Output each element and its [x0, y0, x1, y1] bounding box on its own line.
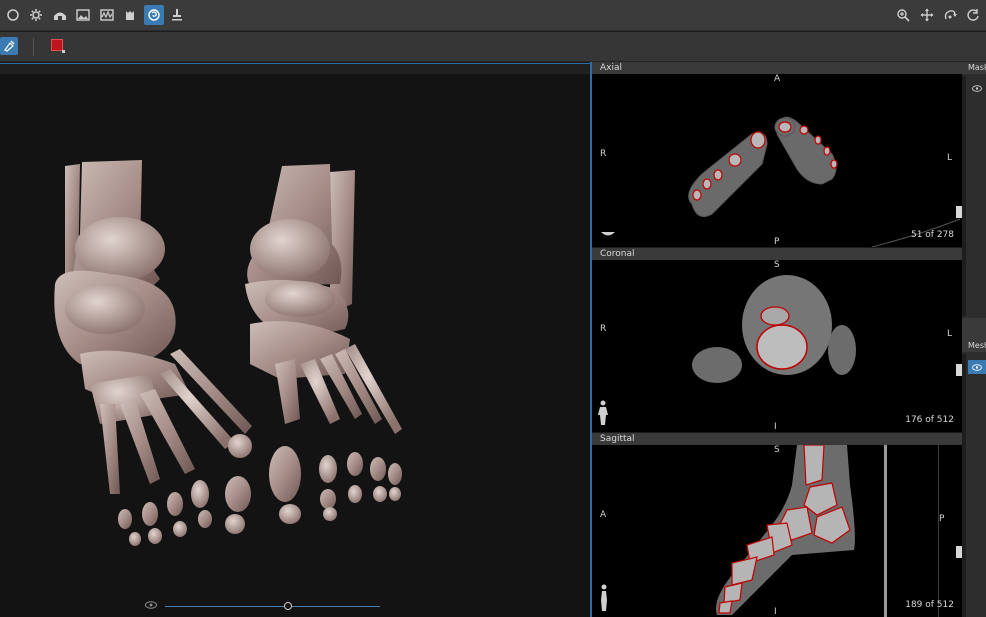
side-panel: Mask Mesh [962, 62, 986, 617]
3d-view-header [0, 64, 590, 74]
circle-icon[interactable] [3, 5, 23, 25]
waveform-icon[interactable] [97, 5, 117, 25]
coronal-slice-image [692, 275, 856, 383]
tool-options-bar [0, 32, 986, 62]
orientation-right: P [939, 514, 945, 524]
sagittal-viewport[interactable]: Sagittal S I A P 189 of 512 [592, 433, 962, 617]
stamp-icon[interactable] [167, 5, 187, 25]
orientation-right: L [947, 329, 953, 339]
mask-list-scrollbar[interactable] [962, 76, 966, 316]
rotate-icon[interactable] [940, 5, 960, 25]
orientation-foot-icon [601, 232, 615, 236]
pan-icon[interactable] [917, 5, 937, 25]
brush-tool-icon[interactable] [0, 37, 18, 55]
left-foot-bones [54, 160, 252, 546]
mesh-panel-title: Mesh [962, 340, 986, 352]
axial-title: Axial [592, 62, 962, 74]
image-icon[interactable] [73, 5, 93, 25]
orientation-body-icon [598, 400, 608, 425]
opacity-slider-track[interactable] [165, 606, 380, 607]
orientation-left: R [600, 149, 607, 159]
reset-icon[interactable] [963, 5, 983, 25]
orientation-right: L [947, 153, 953, 163]
mesh-visibility-eye-icon[interactable] [968, 360, 986, 374]
mesh-list-scrollbar[interactable] [962, 354, 966, 617]
orientation-left: A [600, 510, 607, 520]
coronal-viewport[interactable]: Coronal S I R L 176 of 512 [592, 248, 962, 432]
orientation-body-side-icon [601, 584, 607, 611]
orientation-top: A [774, 74, 781, 84]
orientation-bottom: P [774, 237, 780, 247]
slice-counter: 176 of 512 [905, 415, 954, 425]
jar-icon[interactable] [120, 5, 140, 25]
orientation-left: R [600, 324, 607, 334]
color-swatch-dropdown-icon[interactable] [62, 50, 65, 53]
opacity-slider-thumb[interactable] [283, 602, 292, 610]
panel-splitter[interactable] [962, 318, 986, 340]
slice-counter: 51 of 278 [910, 230, 954, 240]
brain-icon[interactable] [144, 5, 164, 25]
slice-counter: 189 of 512 [905, 600, 954, 610]
toolbar-separator [33, 38, 34, 56]
zoom-icon[interactable] [893, 5, 913, 25]
sagittal-title: Sagittal [592, 433, 962, 445]
axial-slice-image [688, 116, 961, 247]
3d-foot-rendering [54, 160, 402, 546]
coronal-title: Coronal [592, 248, 962, 260]
main-toolbar [0, 0, 986, 31]
gear-icon[interactable] [26, 5, 46, 25]
orientation-top: S [774, 260, 780, 270]
sagittal-slice-image [716, 445, 939, 617]
mask-panel-title: Mask [962, 62, 986, 74]
visibility-eye-icon[interactable] [145, 601, 157, 609]
orientation-top: S [774, 445, 780, 455]
axial-viewport[interactable]: Axial A P R L 51 of 278 [592, 62, 962, 247]
orientation-bottom: I [774, 422, 777, 432]
right-foot-bones [245, 164, 402, 524]
3d-render-view[interactable] [0, 63, 590, 617]
mask-visibility-eye-icon[interactable] [968, 81, 986, 95]
orientation-bottom: I [774, 607, 777, 617]
tunnel-icon[interactable] [50, 5, 70, 25]
